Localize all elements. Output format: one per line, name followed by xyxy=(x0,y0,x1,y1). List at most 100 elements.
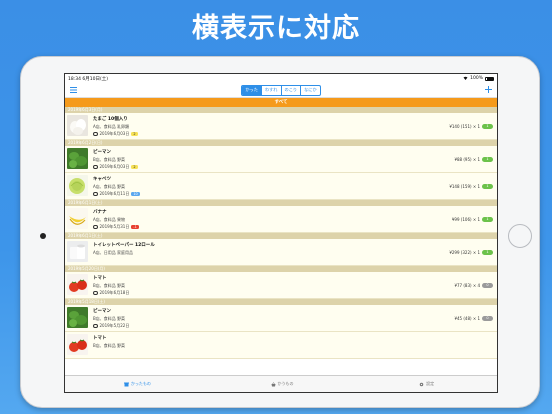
price-text: ¥45 (48) × 1 xyxy=(454,316,480,321)
item-category: A店、食料品 乳卵類 xyxy=(93,123,130,129)
item-name: ピーマン xyxy=(93,309,111,314)
expiry-date: 2019年6月11日 xyxy=(99,191,130,196)
list-item[interactable]: トイレットペーパー 12ロール A店、日用品 家庭用品 ¥299 (322) × 1… xyxy=(65,239,497,266)
segmented-control: かった わすれ のこり なにか xyxy=(241,84,321,96)
tab-2[interactable]: 設定 xyxy=(354,376,497,392)
item-expiry: 2019年6月03日 2 xyxy=(93,131,138,137)
item-expiry: 2019年6月18日 xyxy=(93,290,129,296)
list-item[interactable]: トマト B店、食料品 野菜 2019年6月18日 ¥77 (83) × 40 xyxy=(65,272,497,299)
nav-bar: かった わすれ のこり なにか xyxy=(65,83,497,98)
clock-icon xyxy=(93,290,98,296)
segment-tab-3[interactable]: なにか xyxy=(301,86,320,95)
list-item[interactable]: トマト B店、食料品 野菜 xyxy=(65,332,497,359)
quantity-pill[interactable]: 1 xyxy=(482,250,493,255)
item-name: バナナ xyxy=(93,210,107,215)
status-date: 6月10日(土) xyxy=(82,76,109,82)
clock-icon xyxy=(93,224,98,230)
wifi-icon xyxy=(463,76,468,82)
item-thumbnail xyxy=(67,274,88,295)
clock-icon xyxy=(93,164,98,170)
item-expiry: 2019年5月22日 xyxy=(93,323,129,329)
days-badge: 2 xyxy=(131,164,138,170)
status-left: 18:34 6月10日(土) xyxy=(68,76,108,82)
price-text: ¥77 (83) × 4 xyxy=(454,283,480,288)
item-price: ¥140 (151) × 11 xyxy=(449,124,493,129)
expiry-date: 2019年5月22日 xyxy=(99,323,130,328)
list-item[interactable]: キャベツ A店、食料品 野菜 2019年6月11日 10 ¥148 (159) × 11 xyxy=(65,173,497,200)
tab-0[interactable]: かったもの xyxy=(65,376,210,392)
item-price: ¥45 (48) × 10 xyxy=(454,316,493,321)
quantity-pill[interactable]: 1 xyxy=(482,217,493,222)
item-name: たまご 10個入り xyxy=(93,117,128,122)
item-name: キャベツ xyxy=(93,177,111,182)
item-thumbnail xyxy=(67,334,88,355)
item-price: ¥299 (322) × 11 xyxy=(449,250,493,255)
days-badge: 10 xyxy=(131,191,140,197)
quantity-pill[interactable]: 1 xyxy=(482,124,493,129)
price-text: ¥140 (151) × 1 xyxy=(449,124,480,129)
days-badge: -1 xyxy=(131,224,139,230)
quantity-pill[interactable]: 0 xyxy=(482,283,493,288)
status-bar: 18:34 6月10日(土) 100% xyxy=(65,74,497,83)
expiry-date: 2019年6月03日 xyxy=(99,164,130,169)
status-time: 18:34 xyxy=(68,76,81,82)
item-price: ¥99 (106) × 11 xyxy=(452,217,493,222)
item-name: トイレットペーパー 12ロール xyxy=(93,243,155,248)
tab-bar: かったもの かうもの 設定 xyxy=(65,375,497,392)
home-button[interactable] xyxy=(508,224,532,248)
item-category: B店、食料品 野菜 xyxy=(93,315,126,321)
price-text: ¥148 (159) × 1 xyxy=(449,184,480,189)
item-category: B店、食料品 野菜 xyxy=(93,342,126,348)
list-item[interactable]: ピーマン B店、食料品 野菜 2019年6月03日 2 ¥88 (95) × 11 xyxy=(65,146,497,173)
tab-label: かったもの xyxy=(130,381,151,386)
segment-tab-1[interactable]: わすれ xyxy=(262,85,282,95)
item-name: ピーマン xyxy=(93,150,111,155)
quantity-pill[interactable]: 1 xyxy=(482,184,493,189)
price-text: ¥99 (106) × 1 xyxy=(451,217,480,222)
battery-icon xyxy=(485,76,494,81)
promo-headline: 横表示に対応 xyxy=(192,13,360,44)
item-category: B店、食料品 野菜 xyxy=(93,282,126,288)
gear-icon xyxy=(419,382,424,387)
price-text: ¥88 (95) × 1 xyxy=(454,157,480,162)
item-expiry: 2019年6月03日 2 xyxy=(93,164,138,170)
item-category: A店、食料品 果物 xyxy=(93,216,126,222)
item-thumbnail xyxy=(67,115,88,136)
tab-1[interactable]: かうもの xyxy=(210,376,355,392)
clock-icon xyxy=(93,191,98,197)
quantity-pill[interactable]: 1 xyxy=(482,157,493,162)
item-category: A店、日用品 家庭用品 xyxy=(93,249,134,255)
price-text: ¥299 (322) × 1 xyxy=(449,250,480,255)
tab-label: 設定 xyxy=(426,381,435,386)
purchase-list: 2019年6月3日(月) たまご 10個入り A店、食料品 乳卵類 2019年6月03… xyxy=(65,107,497,377)
battery-percent: 100% xyxy=(470,76,483,81)
tab-label: かうもの xyxy=(277,381,294,386)
plus-icon[interactable] xyxy=(484,86,493,95)
quantity-pill[interactable]: 0 xyxy=(482,316,493,321)
expiry-date: 2019年6月03日 xyxy=(99,131,130,136)
list-item[interactable]: たまご 10個入り A店、食料品 乳卵類 2019年6月03日 2 ¥140 (151)… xyxy=(65,113,497,140)
list-item[interactable]: ピーマン B店、食料品 野菜 2019年5月22日 ¥45 (48) × 10 xyxy=(65,305,497,332)
store-icon xyxy=(123,382,129,387)
expiry-date: 2019年5月31日 xyxy=(99,224,130,229)
item-price: ¥88 (95) × 11 xyxy=(454,157,493,162)
clock-icon xyxy=(93,323,98,329)
item-thumbnail xyxy=(67,241,88,262)
tablet-frame: 18:34 6月10日(土) 100% かった わすれ のこり なにか すべて 201… xyxy=(20,56,540,408)
item-category: B店、食料品 野菜 xyxy=(93,156,126,162)
hamburger-menu-icon[interactable] xyxy=(69,86,78,95)
item-thumbnail xyxy=(67,175,88,196)
segment-tab-2[interactable]: のこり xyxy=(282,85,302,95)
item-category: A店、食料品 野菜 xyxy=(93,183,126,189)
filter-bar[interactable]: すべて xyxy=(65,98,497,107)
item-expiry: 2019年5月31日 -1 xyxy=(93,224,139,230)
segment-tab-0[interactable]: かった xyxy=(242,85,262,95)
item-price: ¥77 (83) × 40 xyxy=(454,283,493,288)
clock-icon xyxy=(93,131,98,137)
list-item[interactable]: バナナ A店、食料品 果物 2019年5月31日 -1 ¥99 (106) × 11 xyxy=(65,206,497,233)
item-thumbnail xyxy=(67,307,88,328)
item-name: トマト xyxy=(93,276,107,281)
app-screen: 18:34 6月10日(土) 100% かった わすれ のこり なにか すべて 201… xyxy=(64,73,498,393)
item-thumbnail xyxy=(67,208,88,229)
item-name: トマト xyxy=(93,336,107,341)
